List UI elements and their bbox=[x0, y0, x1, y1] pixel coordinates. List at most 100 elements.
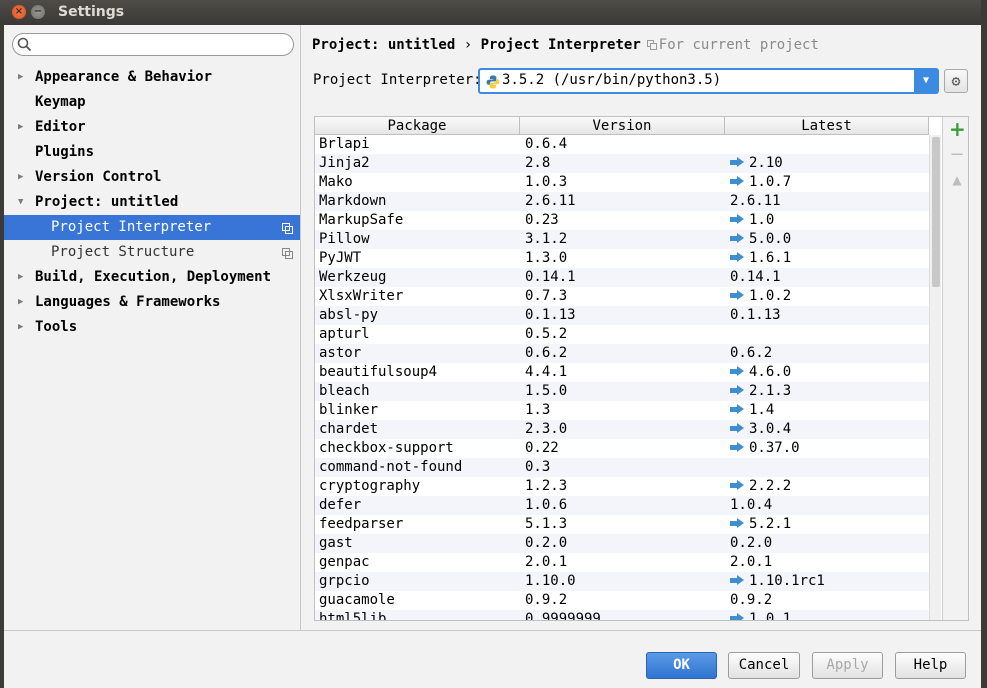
package-version: 4.4.1 bbox=[525, 364, 568, 380]
package-version: 1.3 bbox=[525, 402, 551, 418]
table-row[interactable]: MarkupSafe 0.23 1.0 bbox=[315, 211, 929, 230]
table-row[interactable]: guacamole 0.9.2 0.9.2 bbox=[315, 591, 929, 610]
package-version-cell: 2.3.0 bbox=[520, 420, 725, 439]
table-row[interactable]: defer 1.0.6 1.0.4 bbox=[315, 496, 929, 515]
sidebar-item[interactable]: ▶ Version Control bbox=[4, 165, 300, 190]
sidebar-item-label: Keymap bbox=[35, 94, 86, 110]
package-name: genpac bbox=[319, 554, 370, 570]
triangle-right-icon[interactable]: ▶ bbox=[18, 65, 23, 90]
search-box[interactable] bbox=[12, 33, 294, 56]
table-row[interactable]: XlsxWriter 0.7.3 1.0.2 bbox=[315, 287, 929, 306]
table-row[interactable]: beautifulsoup4 4.4.1 4.6.0 bbox=[315, 363, 929, 382]
package-version: 0.23 bbox=[525, 212, 559, 228]
sidebar-item[interactable]: ▶ Tools bbox=[4, 315, 300, 340]
table-row[interactable]: PyJWT 1.3.0 1.6.1 bbox=[315, 249, 929, 268]
upgrade-package-button[interactable]: ▲ bbox=[949, 172, 965, 188]
sidebar-item[interactable]: Keymap bbox=[4, 90, 300, 115]
package-version-cell: 1.2.3 bbox=[520, 477, 725, 496]
table-row[interactable]: Jinja2 2.8 2.10 bbox=[315, 154, 929, 173]
package-name: Werkzeug bbox=[319, 269, 387, 285]
table-row[interactable]: Markdown 2.6.11 2.6.11 bbox=[315, 192, 929, 211]
sidebar-item[interactable]: ▶ Languages & Frameworks bbox=[4, 290, 300, 315]
sidebar-item[interactable]: ▶ Build, Execution, Deployment bbox=[4, 265, 300, 290]
ok-button[interactable]: OK bbox=[646, 652, 717, 679]
package-version-cell: 0.9999999 bbox=[520, 610, 725, 620]
table-row[interactable]: chardet 2.3.0 3.0.4 bbox=[315, 420, 929, 439]
upgrade-arrow-icon bbox=[730, 366, 744, 376]
package-name-cell: defer bbox=[315, 496, 520, 515]
package-version-cell: 1.0.6 bbox=[520, 496, 725, 515]
table-row[interactable]: checkbox-support 0.22 0.37.0 bbox=[315, 439, 929, 458]
package-latest-cell: 4.6.0 bbox=[725, 363, 929, 382]
package-latest-cell: 0.6.2 bbox=[725, 344, 929, 363]
table-row[interactable]: apturl 0.5.2 bbox=[315, 325, 929, 344]
package-version-cell: 0.9.2 bbox=[520, 591, 725, 610]
add-package-button[interactable]: + bbox=[949, 119, 966, 139]
triangle-right-icon[interactable]: ▶ bbox=[18, 115, 23, 140]
table-row[interactable]: bleach 1.5.0 2.1.3 bbox=[315, 382, 929, 401]
cancel-button[interactable]: Cancel bbox=[728, 652, 800, 679]
package-version-cell: 3.1.2 bbox=[520, 230, 725, 249]
table-row[interactable]: genpac 2.0.1 2.0.1 bbox=[315, 553, 929, 572]
package-version-cell: 1.3.0 bbox=[520, 249, 725, 268]
package-version-cell: 0.5.2 bbox=[520, 325, 725, 344]
column-header-package[interactable]: Package bbox=[315, 117, 520, 135]
interpreter-settings-button[interactable]: ⚙ bbox=[944, 69, 968, 93]
upgrade-arrow-icon bbox=[730, 480, 744, 490]
triangle-right-icon[interactable]: ▶ bbox=[18, 265, 23, 290]
triangle-right-icon[interactable]: ▶ bbox=[18, 315, 23, 340]
table-row[interactable]: Werkzeug 0.14.1 0.14.1 bbox=[315, 268, 929, 287]
package-name: defer bbox=[319, 497, 362, 513]
table-row[interactable]: gast 0.2.0 0.2.0 bbox=[315, 534, 929, 553]
package-version: 0.7.3 bbox=[525, 288, 568, 304]
package-latest: 1.10.1rc1 bbox=[749, 573, 825, 589]
remove-package-button[interactable]: − bbox=[949, 146, 965, 164]
triangle-right-icon[interactable]: ▶ bbox=[18, 290, 23, 315]
chevron-down-icon[interactable]: ▼ bbox=[914, 69, 938, 93]
table-row[interactable]: command-not-found 0.3 bbox=[315, 458, 929, 477]
package-latest-cell: 2.10 bbox=[725, 154, 929, 173]
table-row[interactable]: Pillow 3.1.2 5.0.0 bbox=[315, 230, 929, 249]
interpreter-select[interactable]: 3.5.2 (/usr/bin/python3.5) ▼ bbox=[478, 68, 939, 94]
package-latest: 2.2.2 bbox=[749, 478, 792, 494]
sidebar-item[interactable]: Plugins bbox=[4, 140, 300, 165]
package-name: feedparser bbox=[319, 516, 404, 532]
package-version: 3.1.2 bbox=[525, 231, 568, 247]
table-row[interactable]: grpcio 1.10.0 1.10.1rc1 bbox=[315, 572, 929, 591]
sidebar-item[interactable]: ▶ Editor bbox=[4, 115, 300, 140]
close-window-icon[interactable]: × bbox=[12, 5, 26, 19]
sidebar-item[interactable]: ▶ Appearance & Behavior bbox=[4, 65, 300, 90]
minimize-window-icon[interactable]: − bbox=[31, 5, 45, 19]
package-name-cell: feedparser bbox=[315, 515, 520, 534]
copy-icon bbox=[646, 40, 657, 50]
package-latest-cell: 1.10.1rc1 bbox=[725, 572, 929, 591]
search-input[interactable] bbox=[35, 36, 285, 53]
triangle-right-icon[interactable]: ▶ bbox=[18, 165, 23, 190]
package-version-cell: 2.6.11 bbox=[520, 192, 725, 211]
table-row[interactable]: cryptography 1.2.3 2.2.2 bbox=[315, 477, 929, 496]
package-name-cell: bleach bbox=[315, 382, 520, 401]
package-name: absl-py bbox=[319, 307, 379, 323]
upgrade-arrow-icon bbox=[730, 157, 744, 167]
table-row[interactable]: absl-py 0.1.13 0.1.13 bbox=[315, 306, 929, 325]
column-header-latest[interactable]: Latest bbox=[725, 117, 929, 135]
table-row[interactable]: html5lib 0.9999999 1.0.1 bbox=[315, 610, 929, 620]
sidebar-item[interactable]: Project Interpreter bbox=[4, 215, 300, 240]
scrollbar-thumb[interactable] bbox=[932, 137, 940, 287]
sidebar-item[interactable]: ▼ Project: untitled bbox=[4, 190, 300, 215]
apply-button[interactable]: Apply bbox=[812, 652, 883, 679]
table-row[interactable]: feedparser 5.1.3 5.2.1 bbox=[315, 515, 929, 534]
table-row[interactable]: Brlapi 0.6.4 bbox=[315, 135, 929, 154]
table-row[interactable]: astor 0.6.2 0.6.2 bbox=[315, 344, 929, 363]
package-latest-cell: 5.2.1 bbox=[725, 515, 929, 534]
package-name: command-not-found bbox=[319, 459, 463, 475]
table-row[interactable]: blinker 1.3 1.4 bbox=[315, 401, 929, 420]
triangle-down-icon[interactable]: ▼ bbox=[18, 190, 23, 215]
column-header-version[interactable]: Version bbox=[520, 117, 725, 135]
vertical-scrollbar[interactable] bbox=[929, 135, 941, 620]
sidebar-item-label: Languages & Frameworks bbox=[35, 294, 221, 310]
sidebar-item-label: Appearance & Behavior bbox=[35, 69, 213, 85]
sidebar-item[interactable]: Project Structure bbox=[4, 240, 300, 265]
table-row[interactable]: Mako 1.0.3 1.0.7 bbox=[315, 173, 929, 192]
help-button[interactable]: Help bbox=[895, 652, 966, 679]
